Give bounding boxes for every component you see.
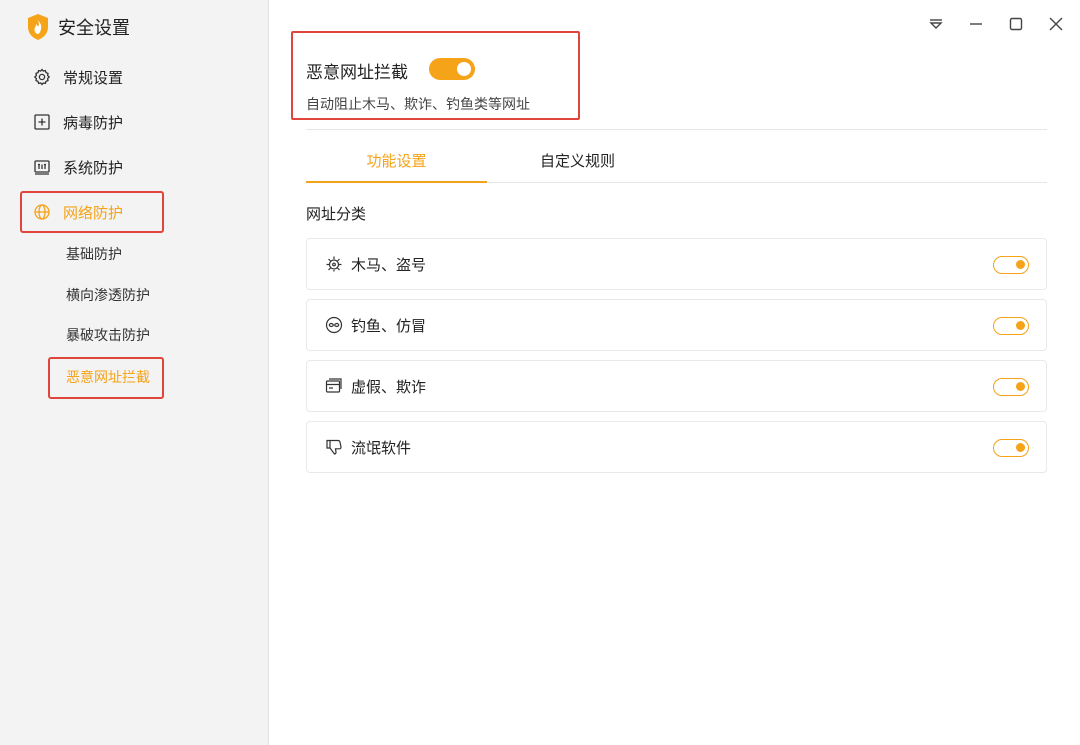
tab-feature-settings[interactable]: 功能设置 [306, 141, 487, 183]
sidebar-item-label: 系统防护 [63, 158, 124, 177]
sidebar-subitem-basic[interactable]: 基础防护 [66, 245, 122, 265]
sidebar-item-network[interactable]: 网络防护 [20, 191, 164, 233]
sidebar-item-system[interactable]: 系统防护 [20, 146, 164, 188]
category-card-phishing: 钓鱼、仿冒 [306, 299, 1047, 351]
category-toggle-fraud[interactable] [993, 378, 1029, 396]
sidebar-item-label: 网络防护 [63, 203, 124, 222]
app-title: 安全设置 [26, 12, 130, 42]
dropdown-icon[interactable] [926, 14, 946, 34]
gear-icon [33, 68, 51, 86]
sidebar-item-general[interactable]: 常规设置 [20, 56, 164, 98]
mask-icon [325, 316, 343, 334]
category-card-rogue-software: 流氓软件 [306, 421, 1047, 473]
category-label: 钓鱼、仿冒 [351, 316, 427, 335]
sidebar: 安全设置 常规设置 病毒防护 系统防护 网络防护 基础防护 横向渗透防护 暴破攻… [0, 0, 269, 745]
window-controls [926, 14, 1066, 34]
app-title-text: 安全设置 [58, 18, 130, 39]
tab-custom-rules[interactable]: 自定义规则 [487, 141, 668, 183]
category-label: 流氓软件 [351, 438, 412, 457]
category-card-fraud: 虚假、欺诈 [306, 360, 1047, 412]
category-toggle-phishing[interactable] [993, 317, 1029, 335]
feature-header: 恶意网址拦截 自动阻止木马、欺诈、钓鱼类等网址 [291, 31, 580, 120]
category-label: 虚假、欺诈 [351, 377, 427, 396]
globe-icon [33, 203, 51, 221]
malicious-url-toggle[interactable] [429, 58, 475, 80]
section-label: 网址分类 [306, 205, 367, 223]
close-icon[interactable] [1046, 14, 1066, 34]
category-toggle-rogue-software[interactable] [993, 439, 1029, 457]
bug-icon [325, 255, 343, 273]
category-card-trojan: 木马、盗号 [306, 238, 1047, 290]
divider [306, 129, 1047, 130]
maximize-icon[interactable] [1006, 14, 1026, 34]
sidebar-subitem-bruteforce[interactable]: 暴破攻击防护 [66, 326, 150, 346]
sidebar-item-label: 常规设置 [63, 68, 124, 87]
system-icon [33, 158, 51, 176]
page-title: 恶意网址拦截 [306, 63, 408, 83]
plus-square-icon [33, 113, 51, 131]
category-toggle-trojan[interactable] [993, 256, 1029, 274]
page-description: 自动阻止木马、欺诈、钓鱼类等网址 [306, 97, 530, 113]
thumbs-down-icon [325, 438, 343, 456]
card-icon [325, 377, 343, 395]
sidebar-subitem-malicious-url[interactable]: 恶意网址拦截 [48, 357, 164, 399]
category-label: 木马、盗号 [351, 255, 427, 274]
flame-shield-icon [28, 14, 48, 40]
sidebar-item-virus[interactable]: 病毒防护 [20, 101, 164, 143]
tab-bar: 功能设置 自定义规则 [306, 141, 1047, 183]
minimize-icon[interactable] [966, 14, 986, 34]
sidebar-item-label: 病毒防护 [63, 113, 124, 132]
sidebar-subitem-lateral[interactable]: 横向渗透防护 [66, 286, 150, 306]
